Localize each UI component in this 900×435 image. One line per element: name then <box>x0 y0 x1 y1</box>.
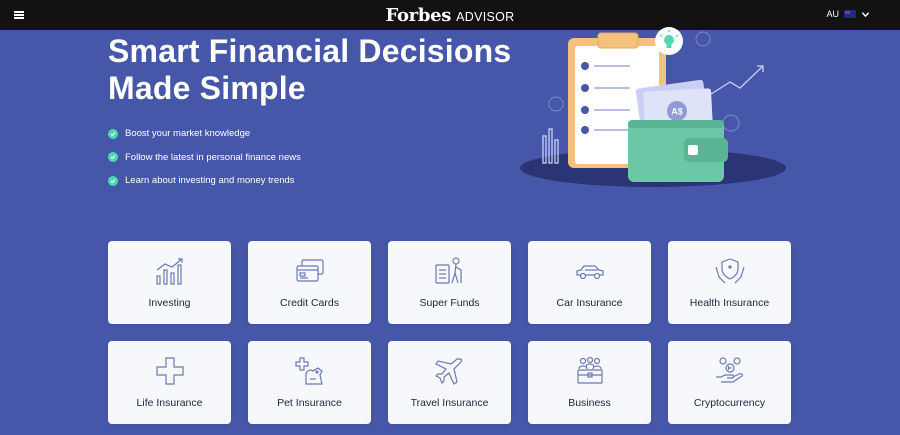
benefit-text: Follow the latest in personal finance ne… <box>125 151 301 163</box>
bar-chart-icon <box>155 258 183 285</box>
category-card-business[interactable]: Business <box>528 341 651 424</box>
category-card-pet-insurance[interactable]: Pet Insurance <box>248 341 371 424</box>
faded-coin-icon <box>548 96 564 112</box>
wallet-flap <box>628 120 724 128</box>
category-card-credit-cards[interactable]: Credit Cards <box>248 241 371 324</box>
category-label: Investing <box>148 297 191 309</box>
category-card-investing[interactable]: Investing <box>108 241 231 324</box>
locale-code: AU <box>826 9 839 19</box>
category-card-health-insurance[interactable]: Health Insurance <box>668 241 791 324</box>
plus-cross-icon <box>155 357 184 385</box>
benefit-list: Boost your market knowledge Follow the l… <box>108 122 301 193</box>
health-shield-icon <box>714 258 745 284</box>
chevron-down-icon <box>861 11 870 17</box>
finance-illustration: A$ <box>520 27 786 187</box>
hamburger-menu-icon[interactable] <box>14 11 24 19</box>
crypto-hand-icon <box>715 357 743 383</box>
category-label: Travel Insurance <box>410 397 489 409</box>
category-card-travel-insurance[interactable]: Travel Insurance <box>388 341 511 424</box>
category-label: Health Insurance <box>689 297 770 309</box>
category-card-life-insurance[interactable]: Life Insurance <box>108 341 231 424</box>
clipboard-clip <box>597 32 639 49</box>
forbes-advisor-logo[interactable]: Forbes ADVISOR <box>385 5 514 26</box>
category-label: Life Insurance <box>136 397 203 409</box>
check-icon <box>108 152 118 163</box>
category-card-cryptocurrency[interactable]: Cryptocurrency <box>668 341 791 424</box>
category-label: Super Funds <box>419 297 480 309</box>
benefit-text: Learn about investing and money trends <box>125 175 295 187</box>
category-label: Credit Cards <box>280 297 339 309</box>
check-icon <box>108 175 118 186</box>
brand-suffix: ADVISOR <box>456 10 515 24</box>
wallet-button <box>688 145 698 155</box>
category-card-car-insurance[interactable]: Car Insurance <box>528 241 651 324</box>
pet-icon <box>294 357 323 385</box>
super-funds-icon <box>434 257 462 284</box>
benefit-item: Learn about investing and money trends <box>108 169 301 193</box>
category-label: Pet Insurance <box>277 397 342 409</box>
benefit-text: Boost your market knowledge <box>125 128 251 140</box>
hero-title: Smart Financial Decisions Made Simple <box>108 33 512 106</box>
category-label: Cryptocurrency <box>693 397 766 409</box>
australia-flag-icon <box>844 10 856 18</box>
benefit-item: Boost your market knowledge <box>108 122 301 146</box>
faded-coin-icon <box>695 31 711 47</box>
check-icon <box>108 128 118 139</box>
brand-name: Forbes <box>385 5 452 26</box>
category-label: Business <box>568 397 611 409</box>
faded-coin-icon <box>722 114 740 132</box>
benefit-item: Follow the latest in personal finance ne… <box>108 146 301 170</box>
credit-card-icon <box>295 259 324 282</box>
category-card-super-funds[interactable]: Super Funds <box>388 241 511 324</box>
car-icon <box>575 265 604 280</box>
coin-label: A$ <box>671 107 683 117</box>
business-people-icon <box>576 356 603 384</box>
category-label: Car Insurance <box>556 297 623 309</box>
locale-selector[interactable]: AU <box>826 9 870 19</box>
category-grid: Investing Credit Cards Super Funds Car I… <box>108 241 791 424</box>
airplane-icon <box>434 358 462 385</box>
trend-line <box>707 65 764 97</box>
